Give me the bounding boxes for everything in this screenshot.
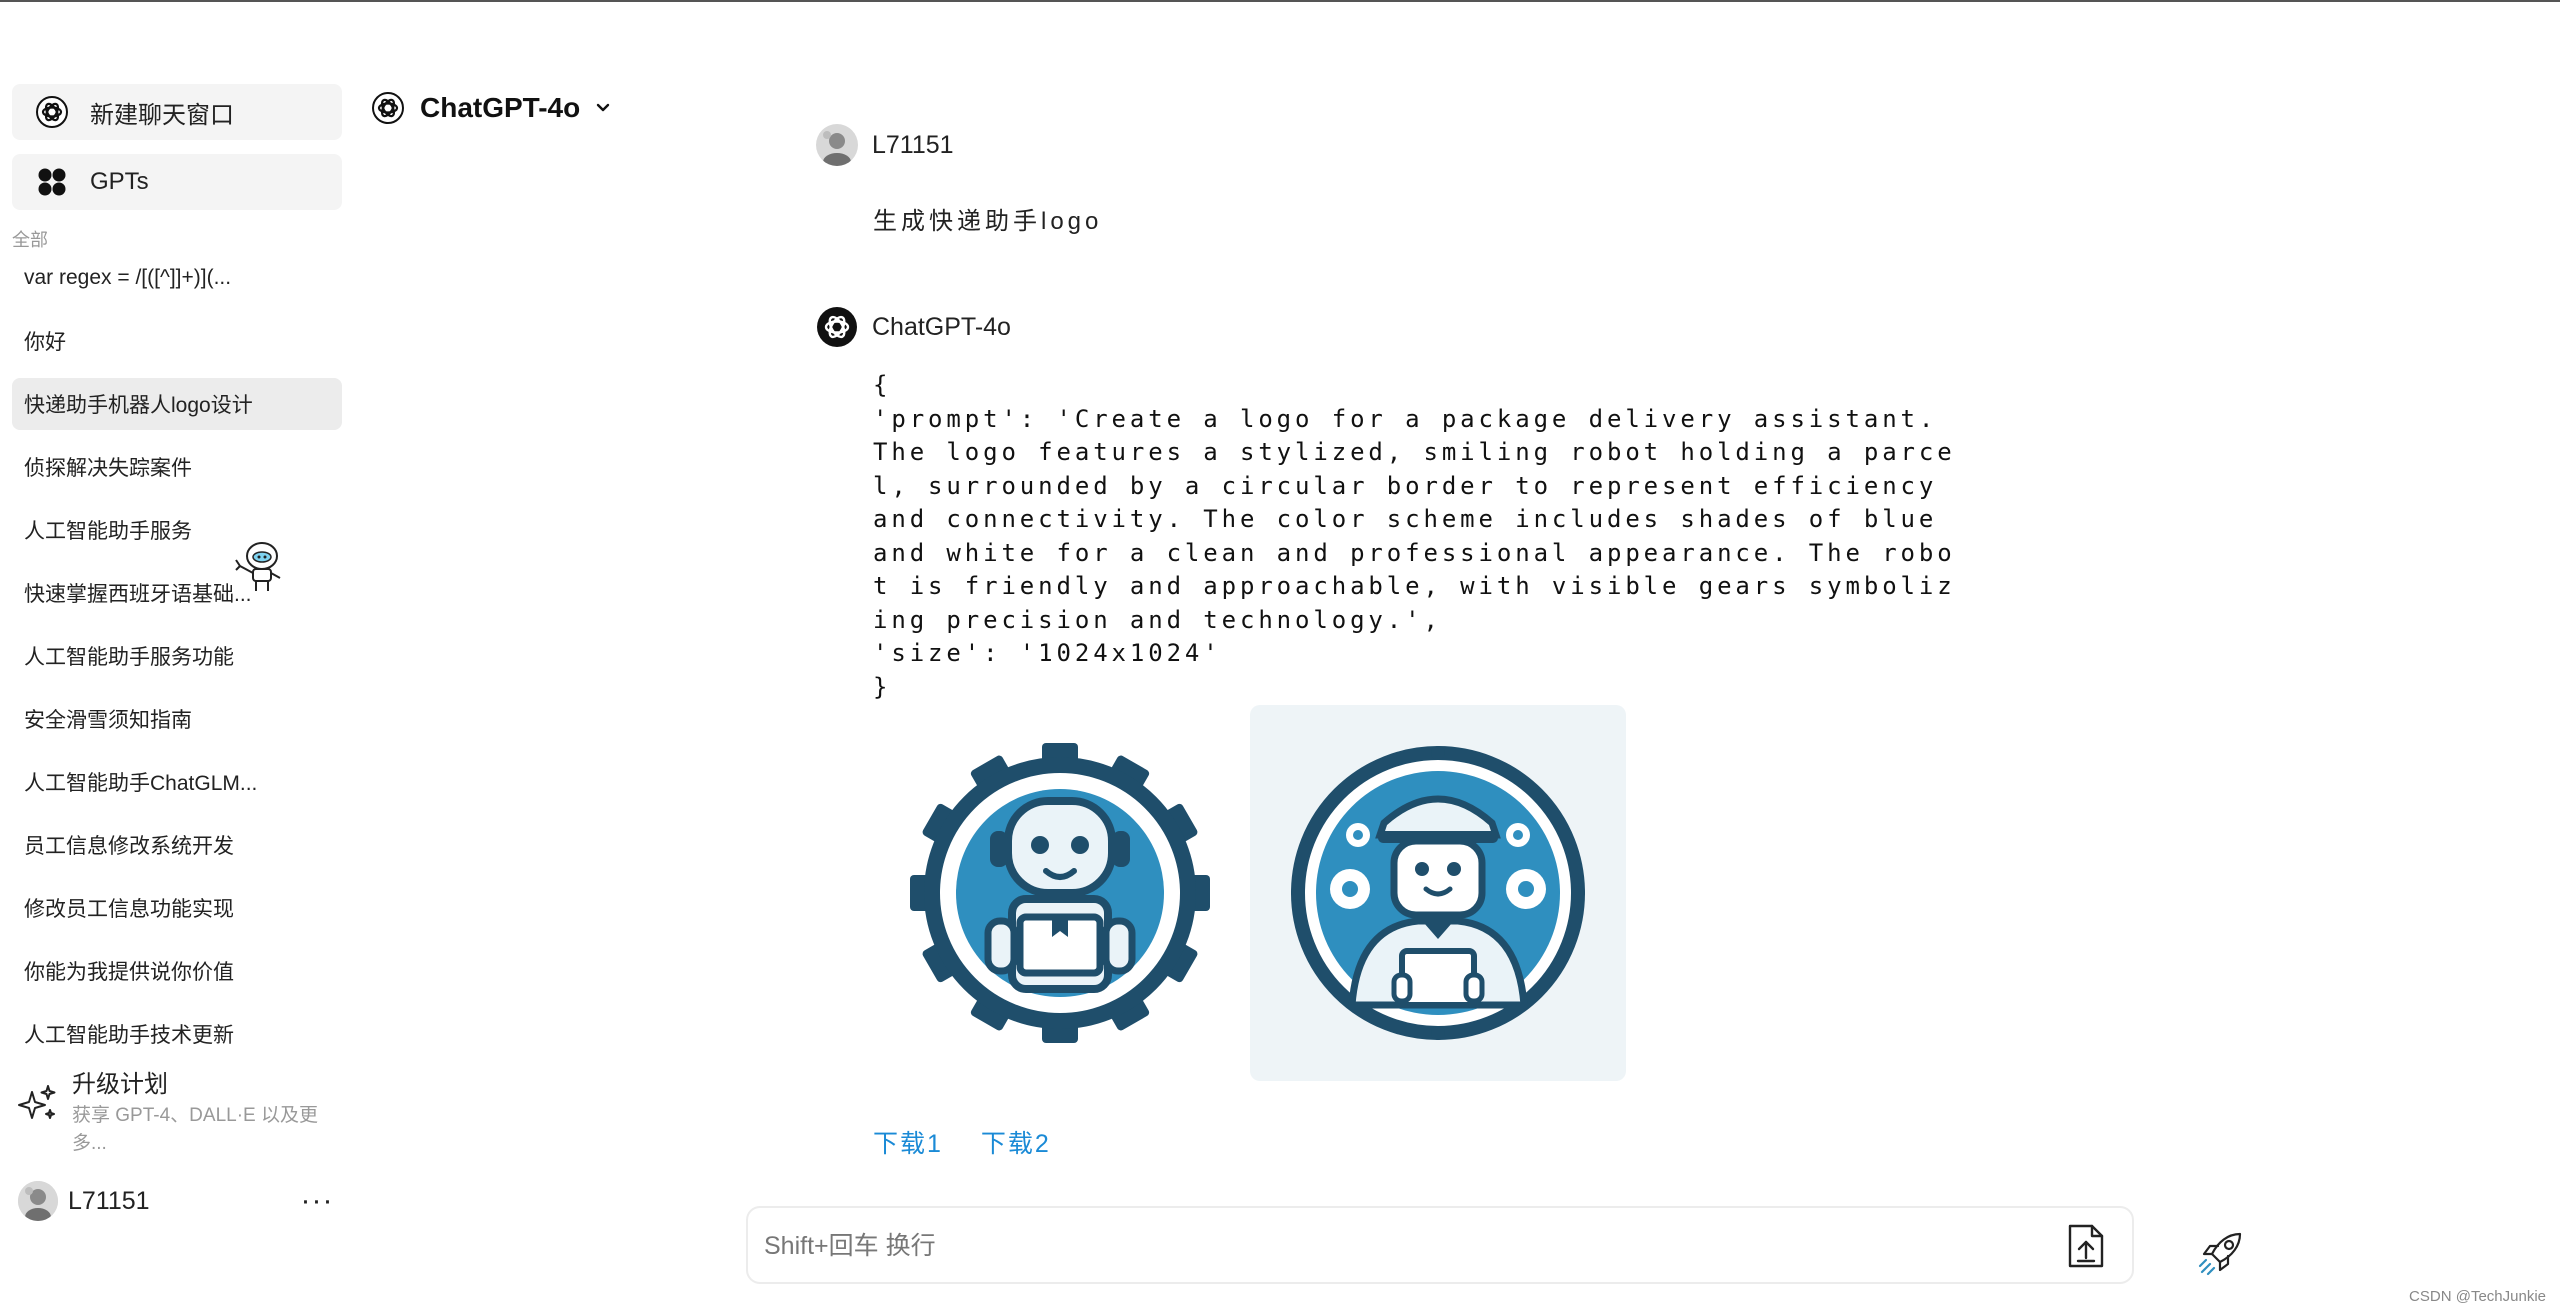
new-chat-button[interactable]: 新建聊天窗口 [12,84,342,140]
rocket-send-icon[interactable] [2196,1228,2246,1278]
upgrade-subtitle: 获享 GPT-4、DALL·E 以及更多... [72,1105,318,1154]
gpts-button[interactable]: GPTs [12,154,342,210]
history-item[interactable]: 人工智能助手ChatGLM... [12,756,342,808]
history-item-active[interactable]: 快递助手机器人logo设计 [12,378,342,430]
upload-file-icon[interactable] [2064,1222,2108,1270]
avatar [18,1181,58,1221]
download-1-link[interactable]: 下载1 [873,1124,943,1160]
history-item[interactable]: 人工智能助手服务 [12,504,342,556]
history-item[interactable]: 侦探解决失踪案件 [12,441,342,493]
message-input[interactable] [764,1222,2024,1270]
openai-icon [370,90,406,126]
model-selector[interactable]: ChatGPT-4o [370,86,612,130]
user-message-text: 生成快递助手logo [873,208,1103,235]
user-message-author: L71151 [872,130,954,159]
window-top-border [0,0,2560,2]
robot-mascot-icon[interactable] [234,538,286,594]
new-chat-label: 新建聊天窗口 [90,101,234,129]
history-item[interactable]: 修改员工信息功能实现 [12,882,342,934]
chevron-down-icon [594,99,612,117]
history-item[interactable]: var regex = /[([^]]+)](... [12,252,342,304]
history-item[interactable]: 你能为我提供说你价值 [12,945,342,997]
history-item[interactable]: 快速掌握西班牙语基础... [12,567,342,619]
sidebar: 新建聊天窗口 GPTs 全部 var regex = /[([^]]+)](..… [0,0,350,1312]
upgrade-title: 升级计划 [72,1071,168,1098]
openai-icon [34,94,70,130]
sparkle-icon [16,1082,60,1126]
history-item[interactable]: 安全滑雪须知指南 [12,693,342,745]
more-options-button[interactable]: ··· [292,1178,342,1224]
gpts-label: GPTs [90,168,149,195]
history-item[interactable]: 人工智能助手服务功能 [12,630,342,682]
user-message-header: L71151 [816,124,954,166]
bot-message-header: ChatGPT-4o [816,306,1011,348]
history-item[interactable]: 你好 [12,315,342,367]
upgrade-plan-button[interactable]: 升级计划 获享 GPT-4、DALL·E 以及更多... [12,1068,342,1154]
generated-logo-image-1[interactable] [872,705,1248,1081]
history-item[interactable]: 员工信息修改系统开发 [12,819,342,871]
bot-message-author: ChatGPT-4o [872,312,1011,341]
user-name: L71151 [68,1186,150,1215]
model-name: ChatGPT-4o [420,92,581,123]
message-composer [746,1206,2134,1284]
history-section-label: 全部 [12,230,48,250]
download-links: 下载1 下载2 [873,1124,1051,1160]
user-profile[interactable]: L71151 ··· [12,1178,342,1224]
download-2-link[interactable]: 下载2 [981,1124,1051,1160]
generated-logo-image-2[interactable] [1250,705,1626,1081]
chat-history-list[interactable]: var regex = /[([^]]+)](... 你好 快递助手机器人log… [12,252,342,1044]
watermark: CSDN @TechJunkie [2409,1288,2546,1305]
gpts-grid-icon [34,164,70,200]
openai-icon [816,306,858,348]
history-item[interactable]: 人工智能助手技术更新 [12,1008,342,1044]
bot-message-text: { 'prompt': 'Create a logo for a package… [873,371,1956,701]
avatar [816,124,858,166]
